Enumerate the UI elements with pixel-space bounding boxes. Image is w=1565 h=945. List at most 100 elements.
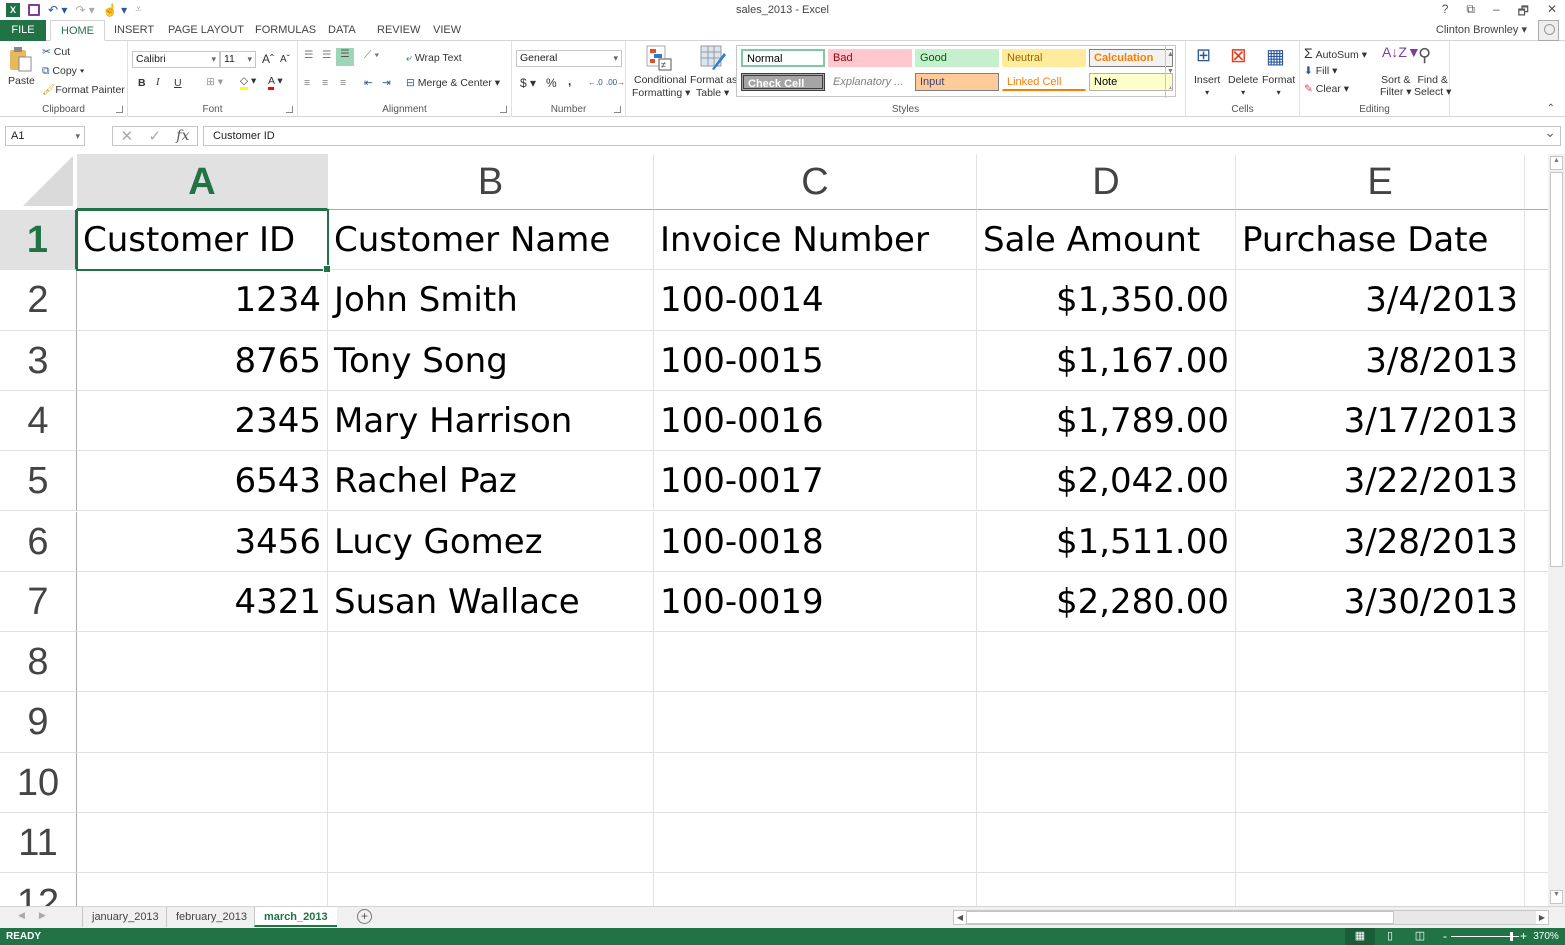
cell-e9[interactable] <box>1236 692 1525 753</box>
cell-d4[interactable]: $1,789.00 <box>977 390 1236 452</box>
paste-icon[interactable] <box>8 46 32 72</box>
insert-button[interactable]: Insert ▾ <box>1194 74 1220 98</box>
tab-insert[interactable]: INSERT <box>104 20 164 41</box>
row-header-5[interactable]: 5 <box>0 451 77 512</box>
find-select-button[interactable]: Find & Select ▾ <box>1414 74 1451 98</box>
select-all-button[interactable] <box>0 154 77 210</box>
row-header-4[interactable]: 4 <box>0 390 77 452</box>
cell-b12[interactable] <box>328 873 654 906</box>
cell-a6[interactable]: 3456 <box>77 511 328 572</box>
cell-a8[interactable] <box>77 632 328 693</box>
row-header-12[interactable]: 12 <box>0 873 77 906</box>
cell-style-explanatory[interactable]: Explanatory ... <box>828 73 912 91</box>
cell-b5[interactable]: Rachel Paz <box>328 451 654 512</box>
sort-filter-button[interactable]: Sort & Filter ▾ <box>1380 74 1412 98</box>
orientation-icon[interactable]: ⟋ ▾ <box>364 49 379 62</box>
cell-style-linked-cell[interactable]: Linked Cell <box>1002 73 1086 91</box>
dialog-launcher-icon[interactable] <box>116 106 123 113</box>
cell-a1[interactable]: Customer ID <box>77 210 328 271</box>
sheet-tab-january[interactable]: january_2013 <box>82 907 168 927</box>
cell-f3[interactable] <box>1525 331 1548 391</box>
font-name-select[interactable]: Calibri <box>132 51 220 68</box>
cell-c6[interactable]: 100-0018 <box>654 511 977 572</box>
row-header-1[interactable]: 1 <box>0 210 77 271</box>
cell-a11[interactable] <box>77 813 328 874</box>
cell-e1[interactable]: Purchase Date <box>1236 210 1525 271</box>
add-sheet-button[interactable]: + <box>357 909 372 924</box>
scroll-down-button[interactable]: ▼ <box>1550 890 1563 904</box>
cell-f1[interactable] <box>1525 210 1548 271</box>
dialog-launcher-icon[interactable] <box>614 106 621 113</box>
cell-style-good[interactable]: Good <box>915 49 999 67</box>
page-layout-view-icon[interactable]: ▯ <box>1375 928 1405 945</box>
cell-f5[interactable] <box>1525 451 1548 512</box>
column-header-a[interactable]: A <box>77 154 328 210</box>
cell-b7[interactable]: Susan Wallace <box>328 571 654 633</box>
shrink-font-button[interactable]: Aˇ <box>280 54 290 65</box>
column-header-d[interactable]: D <box>977 154 1236 210</box>
cell-b9[interactable] <box>328 692 654 753</box>
increase-indent-icon[interactable]: ⇥ <box>382 77 391 89</box>
cell-a2[interactable]: 1234 <box>77 270 328 331</box>
wrap-text-button[interactable]: ⤶ Wrap Text <box>406 52 462 65</box>
cell-e10[interactable] <box>1236 752 1525 813</box>
delete-cells-icon[interactable]: ⊠ <box>1230 43 1247 68</box>
cell-c7[interactable]: 100-0019 <box>654 571 977 633</box>
tab-home[interactable]: HOME <box>50 20 105 41</box>
autosum-button[interactable]: Σ AutoSum ▾ <box>1304 45 1367 61</box>
avatar[interactable] <box>1538 20 1559 41</box>
cell-c5[interactable]: 100-0017 <box>654 451 977 512</box>
cell-d7[interactable]: $2,280.00 <box>977 571 1236 633</box>
cell-d1[interactable]: Sale Amount <box>977 210 1236 271</box>
cell-d12[interactable] <box>977 873 1236 906</box>
cell-c1[interactable]: Invoice Number <box>654 210 977 271</box>
align-right-icon[interactable]: ≡ <box>340 77 346 89</box>
format-as-table-dropdown[interactable]: Table ▾ <box>696 87 729 99</box>
cell-d9[interactable] <box>977 692 1236 753</box>
normal-view-icon[interactable]: ▦ <box>1345 928 1375 945</box>
middle-align-icon[interactable]: ☰ <box>322 49 331 61</box>
underline-button[interactable]: U <box>174 77 182 89</box>
cell-c10[interactable] <box>654 752 977 813</box>
cell-d10[interactable] <box>977 752 1236 813</box>
row-header-8[interactable]: 8 <box>0 632 77 693</box>
cell-e12[interactable] <box>1236 873 1525 906</box>
cell-f8[interactable] <box>1525 632 1548 693</box>
cell-style-normal[interactable]: Normal <box>741 49 825 67</box>
delete-button[interactable]: Delete ▾ <box>1228 74 1258 98</box>
cell-e4[interactable]: 3/17/2013 <box>1236 390 1525 452</box>
column-header-f[interactable] <box>1525 154 1548 210</box>
sort-filter-icon[interactable]: A↓Z▼ <box>1382 44 1421 60</box>
cell-b6[interactable]: Lucy Gomez <box>328 511 654 572</box>
cell-style-check-cell[interactable]: Check Cell <box>741 73 825 91</box>
cell-c8[interactable] <box>654 632 977 693</box>
cell-c11[interactable] <box>654 813 977 874</box>
column-header-c[interactable]: C <box>654 154 977 210</box>
hscroll-thumb[interactable] <box>966 911 1394 924</box>
binoculars-icon[interactable]: ⚲ <box>1418 45 1431 66</box>
row-header-10[interactable]: 10 <box>0 752 77 813</box>
cell-f7[interactable] <box>1525 572 1548 633</box>
cell-b2[interactable]: John Smith <box>328 270 654 331</box>
decrease-decimal-icon[interactable]: .00→ <box>606 78 625 87</box>
cell-e6[interactable]: 3/28/2013 <box>1236 511 1525 572</box>
row-header-3[interactable]: 3 <box>0 330 77 391</box>
borders-icon[interactable]: ⊞ ▾ <box>206 76 223 88</box>
gallery-scroll[interactable]: ▲ ▼ ⩡ <box>1165 46 1175 98</box>
row-header-6[interactable]: 6 <box>0 511 77 572</box>
cell-b1[interactable]: Customer Name <box>328 210 654 271</box>
merge-center-button[interactable]: ⊟ Merge & Center ▾ <box>406 77 500 89</box>
vertical-scrollbar[interactable]: ▲ ▼ <box>1548 154 1565 906</box>
cell-d5[interactable]: $2,042.00 <box>977 451 1236 512</box>
spreadsheet-grid[interactable]: A B C D E 1 Customer ID Customer Name Invoice Nu… <box>0 154 1548 906</box>
next-sheet-icon[interactable]: ▶ <box>39 910 46 921</box>
cell-e8[interactable] <box>1236 632 1525 693</box>
paste-button[interactable]: Paste <box>8 75 35 87</box>
cell-b4[interactable]: Mary Harrison <box>328 390 654 452</box>
zoom-level[interactable]: 370% <box>1527 928 1565 945</box>
insert-function-icon[interactable]: fx <box>176 128 189 144</box>
grow-font-button[interactable]: Aˆ <box>262 52 274 66</box>
cell-f6[interactable] <box>1525 512 1548 572</box>
cell-style-calculation[interactable]: Calculation <box>1089 49 1173 67</box>
align-center-icon[interactable]: ≡ <box>322 77 328 89</box>
